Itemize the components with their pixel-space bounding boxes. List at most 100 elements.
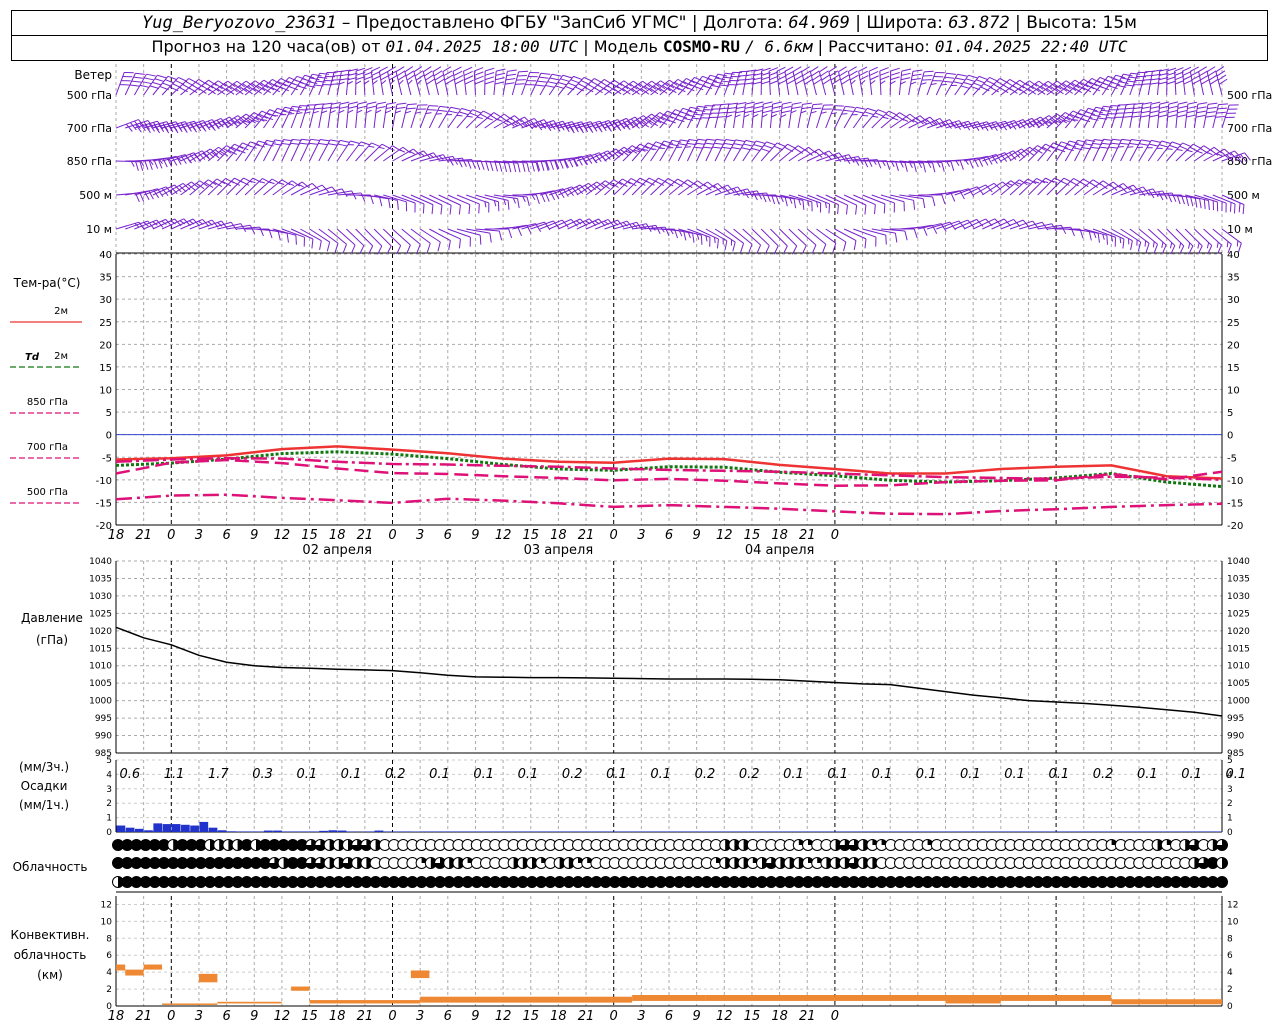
wind-barb-flag: [812, 74, 821, 81]
wind-barb-flag: [784, 196, 788, 207]
wind-barb-flag: [464, 79, 474, 85]
conv-hour-tick: 15: [301, 1009, 318, 1024]
wind-barb-staff: [1175, 228, 1194, 247]
wind-barb-staff: [585, 218, 609, 230]
wind-barb-flag: [458, 238, 461, 249]
wind-barb-flag: [573, 75, 583, 81]
wind-barb-staff: [1083, 180, 1104, 196]
precip-bar: [706, 831, 716, 832]
precip-bar: [1185, 831, 1195, 832]
wind-barb-flag: [406, 107, 416, 110]
pressure-axis-left: 1030: [89, 592, 112, 602]
wind-barb-flag: [922, 162, 927, 173]
wind-barb: [844, 157, 873, 168]
wind-barb-flag: [752, 191, 758, 201]
wind-barb-flag: [810, 66, 819, 73]
wind-barb-flag: [405, 70, 415, 77]
wind-barb-flag: [350, 244, 356, 254]
wind-barb-flag: [544, 192, 550, 202]
temp-axis-right: 10: [1227, 386, 1240, 397]
wind-barb-flag: [469, 112, 479, 117]
wind-barb-flag: [562, 74, 573, 79]
precip-bar: [853, 831, 863, 832]
wind-barb-flag: [1158, 114, 1168, 118]
wind-barb-staff: [327, 140, 341, 162]
wind-barb-flag: [900, 81, 906, 85]
wind-barb-flag: [848, 66, 857, 72]
wind-barb-flag: [756, 244, 762, 254]
conv-hour-tick: 9: [471, 1009, 479, 1024]
wind-barb-flag: [1167, 110, 1178, 114]
wind-barb-staff: [401, 228, 421, 245]
wind-barb-flag: [505, 78, 516, 81]
wind-barb-flag: [366, 109, 372, 114]
wind-barb: [272, 139, 293, 162]
wind-barb-staff: [972, 218, 996, 230]
temp-legend-td-prefix: Td: [25, 352, 40, 363]
precip-bar: [512, 831, 522, 832]
wind-barb-flag: [274, 111, 284, 116]
wind-barb-flag: [953, 81, 963, 85]
wind-barb-staff: [355, 228, 374, 247]
wind-barb: [484, 67, 495, 96]
wind-barb-flag: [549, 160, 554, 170]
wind-barb-flag: [695, 142, 706, 145]
wind-barb-flag: [1097, 233, 1100, 243]
wind-barb-flag: [1183, 75, 1193, 81]
conv-bar: [162, 1003, 218, 1005]
wind-barb-flag: [371, 66, 381, 72]
wind-barb-flag: [868, 66, 878, 72]
wind-barb-flag: [340, 139, 350, 143]
precip-bar: [144, 830, 153, 832]
wind-barb-flag: [946, 72, 956, 75]
wind-barb-flag: [1099, 146, 1110, 149]
wind-barb-flag: [1196, 110, 1206, 114]
wind-barb: [189, 179, 217, 196]
wind-level-label: 700 гПа: [67, 122, 112, 135]
wind-barb-flag: [683, 231, 687, 241]
temp-axis-left: 20: [99, 340, 112, 351]
wind-barb-staff: [336, 228, 356, 246]
precip-bar: [485, 831, 494, 832]
wind-barb-flag: [723, 142, 734, 146]
wind-barb-staff: [816, 152, 840, 162]
wind-barb: [152, 155, 182, 166]
wind-barb: [838, 66, 850, 96]
precip-bar: [1111, 831, 1121, 832]
wind-label: Ветер: [74, 68, 112, 82]
wind-barb-flag: [277, 231, 281, 241]
precip-bar: [494, 831, 504, 832]
wind-barb-flag: [549, 77, 560, 81]
wind-barb-staff: [290, 139, 302, 162]
precip-bar: [798, 831, 808, 832]
wind-barb-staff: [447, 228, 471, 238]
precip-bar: [1093, 831, 1103, 832]
wind-barb-flag: [355, 80, 362, 85]
wind-barb-flag: [479, 235, 482, 245]
wind-barb-flag: [1129, 142, 1139, 146]
wind-barb-flag: [259, 226, 264, 237]
wind-barb-flag: [784, 66, 794, 72]
precip-bar: [522, 831, 531, 832]
wind-barb-flag: [880, 80, 886, 85]
wind-barb-flag: [855, 205, 858, 215]
wind-barb-flag: [522, 196, 526, 202]
precip-axis-right: 5: [1227, 756, 1233, 766]
temp-axis-right: 0: [1227, 431, 1233, 442]
precip-3h-value: 0.1: [429, 767, 450, 782]
wind-barb-flag: [1218, 78, 1228, 85]
precip-3h-value: 0.2: [695, 767, 716, 782]
conv-bar: [125, 969, 144, 976]
wind-barb-flag: [804, 78, 813, 85]
wind-barb-flag: [1148, 143, 1159, 147]
wind-barb-flag: [900, 162, 904, 168]
wind-barb: [868, 66, 879, 96]
temp-title: Тем-ра(°C): [13, 276, 81, 290]
wind-barb-flag: [539, 76, 549, 79]
wind-barb-staff: [235, 141, 251, 162]
precip-bar: [134, 828, 144, 832]
wind-barb-flag: [1144, 240, 1147, 247]
pressure-axis-right: 1040: [1227, 557, 1250, 567]
wind-level-label: 850 гПа: [67, 155, 112, 168]
conv-title-2: облачность: [14, 948, 87, 962]
